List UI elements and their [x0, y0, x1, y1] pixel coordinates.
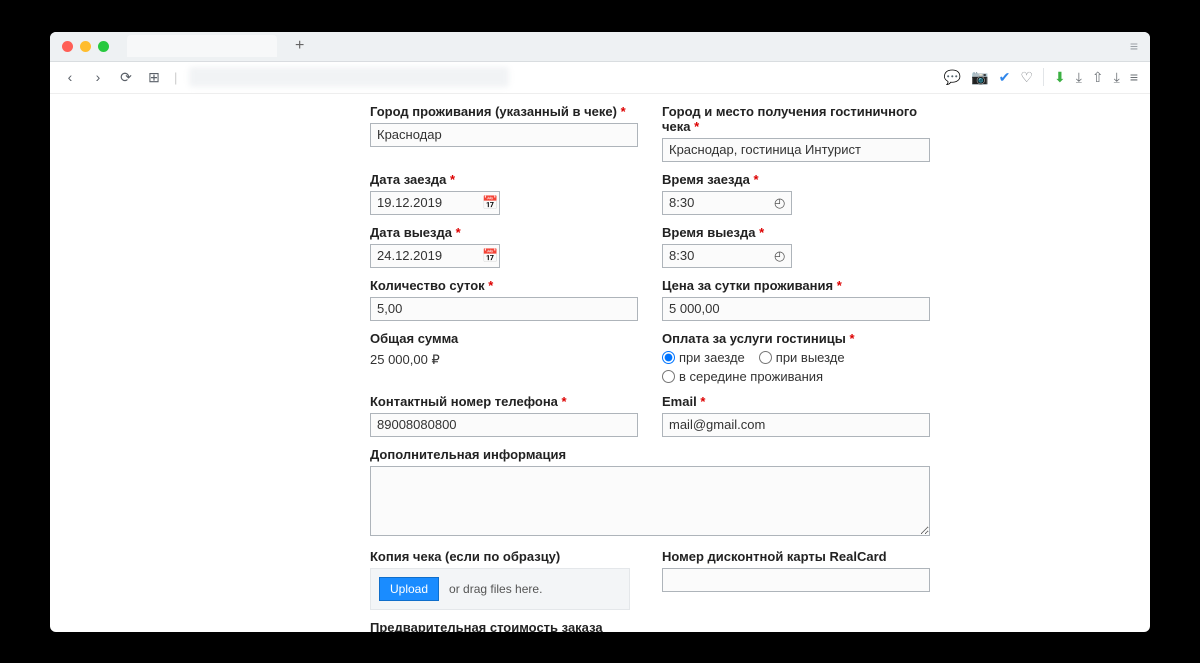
upload-button[interactable]: Upload: [379, 577, 439, 601]
window-controls: [62, 41, 109, 52]
checkin-time-input[interactable]: [662, 191, 792, 215]
toolbar-right: 💬 📷 ✔ ♡ ⬇ ⤓ ⇧ ⤓ ≡: [944, 68, 1138, 86]
forward-icon[interactable]: ›: [90, 69, 106, 85]
order-form: Город проживания (указанный в чеке) * Го…: [370, 104, 930, 632]
nights-input[interactable]: [370, 297, 638, 321]
pay-opt-middle[interactable]: в середине проживания: [662, 369, 930, 384]
payment-options: при заезде при выезде в середине прожива…: [662, 350, 930, 384]
checkout-time-input[interactable]: [662, 244, 792, 268]
download2-icon[interactable]: ⤓: [1114, 69, 1120, 86]
titlebar: + ≡: [50, 32, 1150, 62]
checkout-date-label: Дата выезда *: [370, 225, 638, 240]
email-input[interactable]: [662, 413, 930, 437]
browser-tab[interactable]: [127, 35, 277, 57]
extra-textarea[interactable]: [370, 466, 930, 536]
drag-text: or drag files here.: [449, 582, 542, 596]
calendar-icon[interactable]: 📅: [482, 195, 498, 211]
checkout-date-input[interactable]: [370, 244, 500, 268]
download-box-icon[interactable]: ⤓: [1076, 69, 1082, 86]
email-label: Email *: [662, 394, 930, 409]
apps-icon[interactable]: ⊞: [146, 69, 162, 85]
clock-icon[interactable]: ◴: [774, 248, 785, 264]
address-bar[interactable]: [189, 67, 509, 87]
pay-opt-checkout[interactable]: при выезде: [759, 350, 845, 365]
price-input[interactable]: [662, 297, 930, 321]
phone-label: Контактный номер телефона *: [370, 394, 638, 409]
pay-opt-checkin[interactable]: при заезде: [662, 350, 745, 365]
calendar-icon[interactable]: 📅: [482, 248, 498, 264]
city-label: Город проживания (указанный в чеке) *: [370, 104, 638, 119]
download-icon[interactable]: ⬇: [1054, 69, 1066, 86]
heart-icon[interactable]: ♡: [1020, 69, 1033, 86]
chat-icon[interactable]: 💬: [944, 69, 961, 86]
list-icon[interactable]: ≡: [1130, 69, 1138, 85]
check-icon[interactable]: ✔: [999, 69, 1011, 86]
camera-icon[interactable]: 📷: [971, 69, 988, 86]
price-label: Цена за сутки проживания *: [662, 278, 930, 293]
total-value: 25 000,00 ₽: [370, 350, 638, 368]
copy-label: Копия чека (если по образцу): [370, 549, 638, 564]
page-content: Город проживания (указанный в чеке) * Го…: [50, 94, 1150, 632]
checkin-time-label: Время заезда *: [662, 172, 930, 187]
city-input[interactable]: [370, 123, 638, 147]
close-icon[interactable]: [62, 41, 73, 52]
checkin-date-label: Дата заезда *: [370, 172, 638, 187]
card-label: Номер дисконтной карты RealCard: [662, 549, 930, 564]
phone-input[interactable]: [370, 413, 638, 437]
menu-icon[interactable]: ≡: [1130, 38, 1138, 54]
precost-label: Предварительная стоимость заказа: [370, 620, 930, 632]
card-input[interactable]: [662, 568, 930, 592]
extra-label: Дополнительная информация: [370, 447, 930, 462]
checkin-date-input[interactable]: [370, 191, 500, 215]
total-label: Общая сумма: [370, 331, 638, 346]
share-icon[interactable]: ⇧: [1092, 69, 1104, 86]
browser-window: + ≡ ‹ › ⟳ ⊞ | 💬 📷 ✔ ♡ ⬇ ⤓ ⇧ ⤓ ≡: [50, 32, 1150, 632]
back-icon[interactable]: ‹: [62, 69, 78, 85]
place-input[interactable]: [662, 138, 930, 162]
new-tab-button[interactable]: +: [285, 37, 314, 55]
reload-icon[interactable]: ⟳: [118, 69, 134, 85]
place-label: Город и место получения гостиничного чек…: [662, 104, 930, 134]
toolbar: ‹ › ⟳ ⊞ | 💬 📷 ✔ ♡ ⬇ ⤓ ⇧ ⤓ ≡: [50, 62, 1150, 94]
checkout-time-label: Время выезда *: [662, 225, 930, 240]
nights-label: Количество суток *: [370, 278, 638, 293]
upload-zone[interactable]: Upload or drag files here.: [370, 568, 630, 610]
clock-icon[interactable]: ◴: [774, 195, 785, 211]
minimize-icon[interactable]: [80, 41, 91, 52]
maximize-icon[interactable]: [98, 41, 109, 52]
payment-label: Оплата за услуги гостиницы *: [662, 331, 930, 346]
